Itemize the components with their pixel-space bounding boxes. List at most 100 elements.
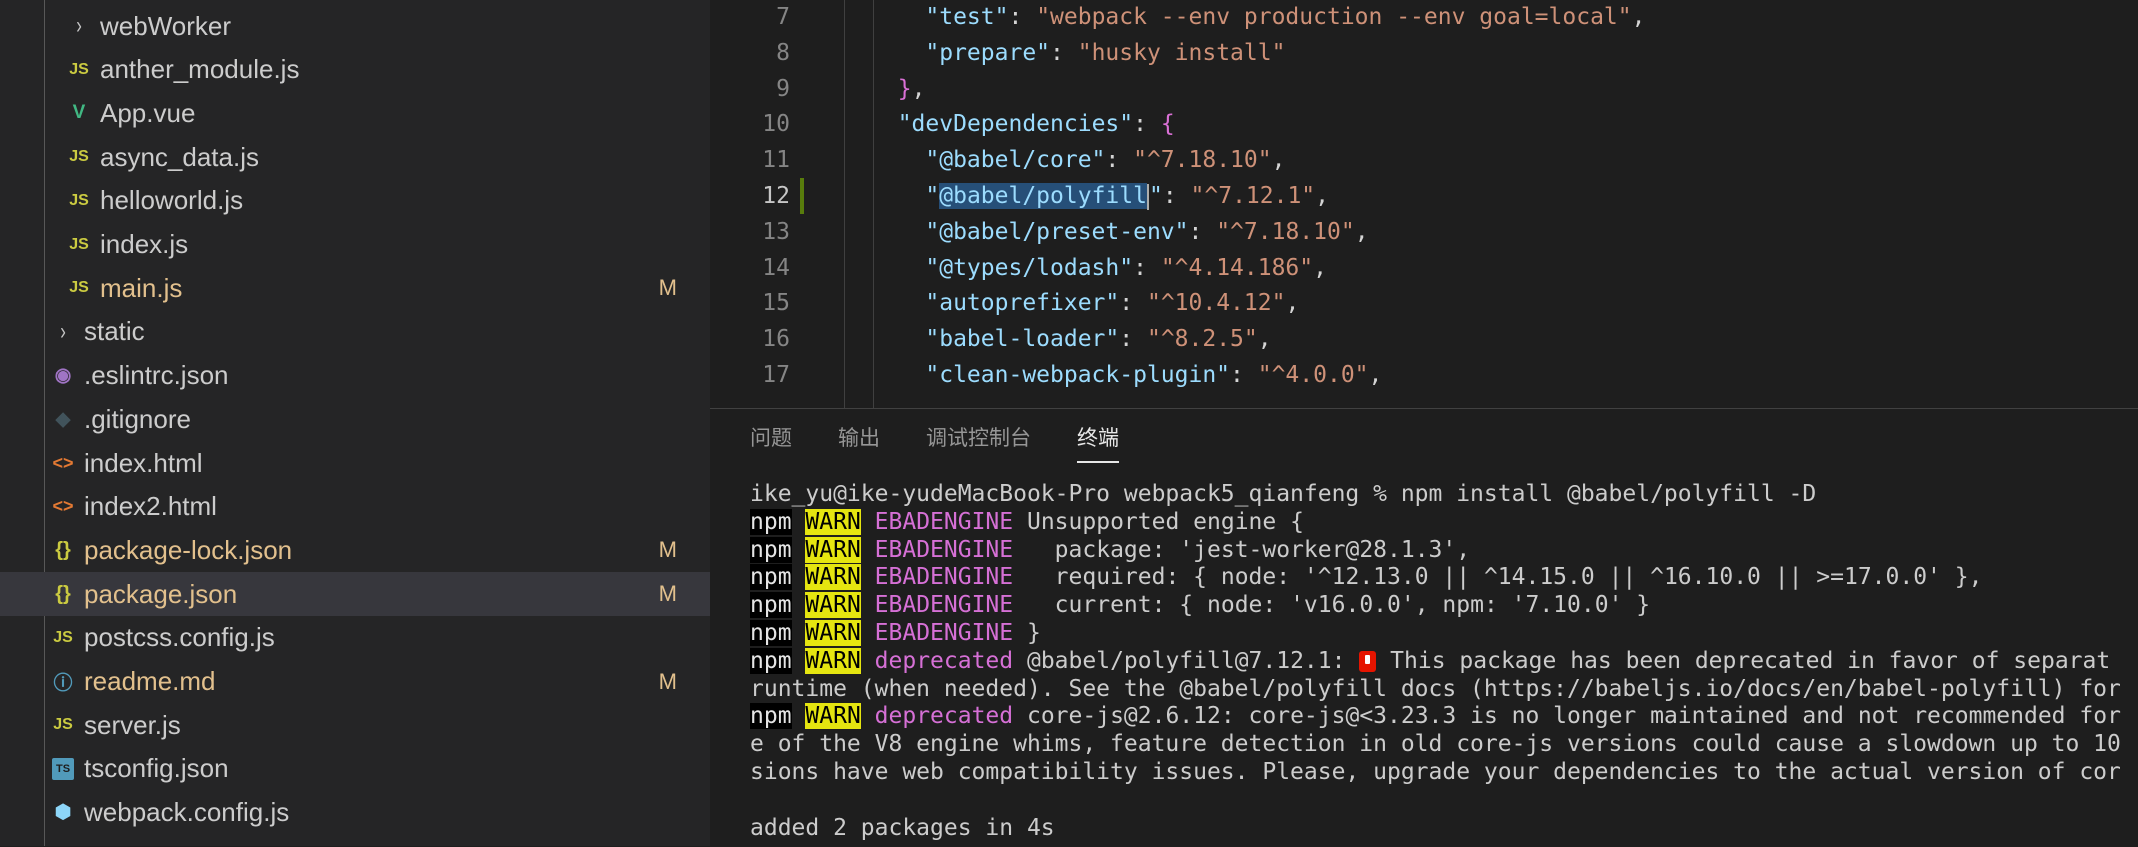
line-number: 10 bbox=[762, 111, 790, 138]
code-editor[interactable]: 7 "test": "webpack --env production --en… bbox=[710, 0, 2138, 408]
terminal-line: ike_yu@ike-yudeMacBook-Pro webpack5_qian… bbox=[750, 481, 2138, 509]
line-number: 16 bbox=[762, 326, 790, 353]
terminal-token: EBADENGINE bbox=[874, 592, 1014, 619]
panel-tab[interactable]: 终端 bbox=[1077, 409, 1119, 469]
terminal-token: core-js@2.6.12: core-js@<3.23.3 is no lo… bbox=[1013, 703, 2121, 730]
html-file-icon: <> bbox=[52, 496, 74, 517]
git-modified-badge: M bbox=[658, 581, 677, 607]
panel-tab[interactable]: 输出 bbox=[838, 409, 880, 469]
line-number: 9 bbox=[776, 75, 790, 102]
code-line[interactable]: 15 "autoprefixer": "^10.4.12", bbox=[710, 285, 2138, 321]
explorer-item[interactable]: JS async_data.js bbox=[0, 135, 710, 179]
code-token: "^10.4.12" bbox=[1146, 290, 1286, 317]
siren-icon bbox=[1359, 650, 1377, 672]
code-token: "prepare" bbox=[925, 39, 1051, 66]
explorer-item[interactable]: ⬢ webpack.config.js bbox=[0, 791, 710, 835]
terminal-output[interactable]: ike_yu@ike-yudeMacBook-Pro webpack5_qian… bbox=[750, 481, 2138, 842]
html-file-icon: <> bbox=[52, 452, 74, 473]
code-line[interactable]: 10 "devDependencies": { bbox=[710, 106, 2138, 142]
explorer-item[interactable]: JS main.js M bbox=[0, 266, 710, 310]
code-line[interactable]: 11 "@babel/core": "^7.18.10", bbox=[710, 142, 2138, 178]
line-number: 12 bbox=[762, 183, 790, 209]
code-line[interactable]: 14 "@types/lodash": "^4.14.186", bbox=[710, 250, 2138, 286]
explorer-item[interactable]: JS helloworld.js bbox=[0, 179, 710, 223]
code-text: "@babel/polyfill": "^7.12.1", bbox=[870, 178, 1329, 214]
terminal-token: EBADENGINE bbox=[874, 508, 1014, 535]
terminal-token: deprecated bbox=[874, 647, 1014, 674]
explorer-item[interactable]: TS tsconfig.json bbox=[0, 747, 710, 791]
explorer-item[interactable]: {} package-lock.json M bbox=[0, 528, 710, 572]
explorer-item-label: tsconfig.json bbox=[84, 753, 229, 784]
code-token: : bbox=[1119, 290, 1147, 317]
code-line[interactable]: 16 "babel-loader": "^8.2.5", bbox=[710, 321, 2138, 357]
explorer-item[interactable]: <> index2.html bbox=[0, 485, 710, 529]
explorer-item[interactable]: JS index.js bbox=[0, 223, 710, 267]
code-text: "prepare": "husky install" bbox=[870, 35, 1285, 71]
terminal-line: npm WARN EBADENGINE package: 'jest-worke… bbox=[750, 536, 2138, 565]
explorer-item-label: postcss.config.js bbox=[84, 622, 275, 653]
terminal-token: WARN bbox=[805, 564, 861, 591]
code-line[interactable]: 8 "prepare": "husky install" bbox=[710, 35, 2138, 71]
terminal-line: npm WARN EBADENGINE } bbox=[750, 619, 2138, 648]
explorer-item[interactable]: › webWorker bbox=[0, 4, 710, 48]
explorer-item[interactable]: JS anther_module.js bbox=[0, 48, 710, 92]
file-explorer: › webWorker JS anther_module.js V App.vue JS as… bbox=[0, 0, 710, 846]
code-token: "devDependencies" bbox=[897, 111, 1134, 138]
panel-tab[interactable]: 问题 bbox=[750, 409, 792, 469]
explorer-item[interactable]: ◆ .gitignore bbox=[0, 397, 710, 441]
terminal-line: npm WARN deprecated core-js@2.6.12: core… bbox=[750, 703, 2138, 731]
js-file-icon: JS bbox=[69, 191, 89, 209]
code-token: "^7.18.10" bbox=[1216, 218, 1355, 245]
code-token: "@babel/preset-env" bbox=[925, 218, 1189, 245]
code-token: , bbox=[1354, 218, 1369, 245]
bottom-panel: 问题 输出 调试控制台 终端 ike_yu@ike-yudeMacBook-Pro w… bbox=[710, 408, 2138, 847]
code-token: , bbox=[1315, 183, 1330, 209]
code-token: "@babel/core" bbox=[925, 147, 1106, 174]
explorer-item-label: App.vue bbox=[100, 97, 196, 128]
code-line[interactable]: 17 "clean-webpack-plugin": "^4.0.0", bbox=[710, 357, 2138, 393]
explorer-item[interactable]: {} package.json M bbox=[0, 572, 710, 617]
terminal-token: ike_yu@ike-yudeMacBook-Pro webpack5_qian… bbox=[750, 481, 1817, 507]
chevron-right-icon: › bbox=[76, 12, 82, 39]
code-token: "^7.18.10" bbox=[1133, 147, 1272, 174]
explorer-item[interactable]: JS postcss.config.js bbox=[0, 616, 710, 660]
terminal-line: npm WARN deprecated @babel/polyfill@7.12… bbox=[750, 647, 2138, 676]
code-line[interactable]: 13 "@babel/preset-env": "^7.18.10", bbox=[710, 214, 2138, 250]
explorer-item[interactable]: JS server.js bbox=[0, 703, 710, 747]
explorer-item-label: static bbox=[84, 316, 145, 347]
code-line[interactable]: 7 "test": "webpack --env production --en… bbox=[710, 0, 2138, 35]
code-token: , bbox=[911, 75, 926, 102]
explorer-item[interactable]: › static bbox=[0, 310, 710, 354]
panel-tab[interactable]: 调试控制台 bbox=[926, 409, 1031, 469]
explorer-item[interactable]: <> index.html bbox=[0, 441, 710, 485]
code-token: , bbox=[1271, 147, 1286, 174]
git-file-icon: ◆ bbox=[55, 408, 71, 430]
code-token: "^4.14.186" bbox=[1160, 254, 1314, 281]
code-token: "^8.2.5" bbox=[1146, 326, 1258, 353]
explorer-item[interactable]: V App.vue bbox=[0, 91, 710, 135]
terminal-token: added 2 packages in 4s bbox=[750, 814, 1055, 841]
explorer-item-label: index2.html bbox=[84, 491, 217, 522]
terminal-token: npm bbox=[750, 508, 792, 535]
code-line[interactable]: 12 "@babel/polyfill": "^7.12.1", bbox=[710, 178, 2138, 214]
code-token: "^7.12.1" bbox=[1190, 183, 1316, 209]
terminal-token: sions have web compatibility issues. Ple… bbox=[750, 758, 2121, 785]
explorer-item[interactable]: ⓘ readme.md M bbox=[0, 660, 710, 704]
explorer-item[interactable]: ◉ .eslintrc.json bbox=[0, 354, 710, 398]
code-line[interactable]: 9 }, bbox=[710, 71, 2138, 107]
code-token: "clean-webpack-plugin" bbox=[925, 362, 1231, 388]
git-change-marker bbox=[800, 178, 804, 214]
